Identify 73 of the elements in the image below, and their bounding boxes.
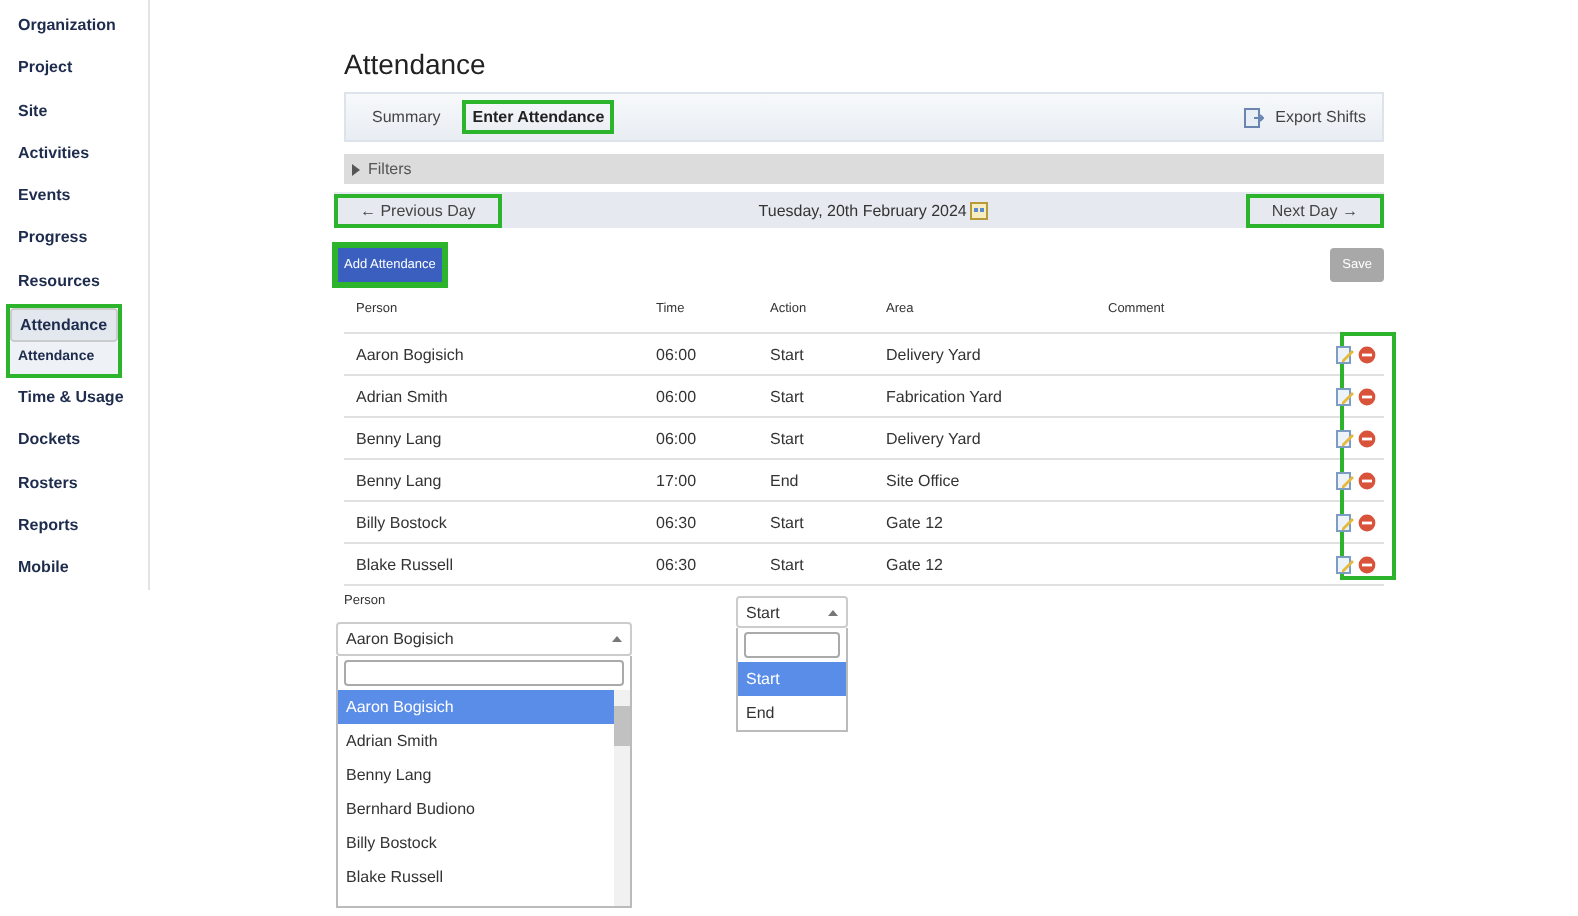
- next-day-button[interactable]: Next Day →: [1245, 193, 1384, 227]
- edit-icon[interactable]: [1336, 514, 1354, 532]
- table-cell-text: Blake Russell: [356, 555, 455, 573]
- caret-icon: [612, 636, 622, 642]
- table-cell-text: Delivery Yard: [886, 429, 983, 447]
- table-cell-text: Adrian Smith: [356, 387, 450, 405]
- search-field[interactable]: [344, 660, 624, 686]
- delete-icon[interactable]: [1358, 514, 1376, 532]
- table-cell-text: Fabrication Yard: [886, 387, 1004, 405]
- export-icon: [1243, 107, 1264, 127]
- table-cell-text: 06:30: [656, 513, 699, 531]
- edit-icon[interactable]: [1336, 556, 1354, 574]
- dropdown-option[interactable]: Billy Bostock: [338, 826, 614, 860]
- dropdown-option[interactable]: Adrian Smith: [338, 724, 614, 758]
- delete-icon[interactable]: [1358, 556, 1376, 574]
- table-cell-text: Billy Bostock: [356, 513, 449, 531]
- action-select[interactable]: Start: [736, 596, 848, 628]
- delete-icon[interactable]: [1358, 388, 1376, 406]
- table-cell-text: 06:00: [656, 429, 699, 447]
- sidebar-item[interactable]: Site: [10, 95, 106, 130]
- person-select[interactable]: Aaron Bogisich: [336, 622, 632, 656]
- table-cell-text: Delivery Yard: [886, 345, 983, 363]
- scrollbar[interactable]: [614, 690, 630, 906]
- dropdown-option[interactable]: Benny Lang: [338, 758, 614, 792]
- dropdown-option[interactable]: End: [738, 696, 846, 730]
- table-cell-text: Start: [770, 555, 806, 573]
- delete-icon[interactable]: [1358, 472, 1376, 490]
- table-cell-text: Start: [770, 513, 806, 531]
- dropdown-option[interactable]: Bernhard Budiono: [338, 792, 614, 826]
- table-cell-text: 06:30: [656, 555, 699, 573]
- search-field[interactable]: [744, 632, 840, 658]
- sidebar-item[interactable]: Time & Usage: [10, 382, 132, 417]
- sidebar-item[interactable]: Project: [10, 52, 106, 88]
- sidebar-item[interactable]: Dockets: [10, 424, 106, 460]
- table-cell-text: Site Office: [886, 471, 962, 489]
- caret-icon: [828, 609, 838, 615]
- date-label: Tuesday, 20th February 2024: [758, 201, 967, 219]
- edit-icon[interactable]: [1336, 388, 1354, 406]
- table-cell-text: Benny Lang: [356, 471, 444, 489]
- table-cell-text: Gate 12: [886, 555, 945, 573]
- sidebar-item[interactable]: Progress: [10, 222, 106, 258]
- export-shifts-button[interactable]: Export Shifts: [1275, 108, 1366, 126]
- dropdown-option[interactable]: Blake Russell: [338, 860, 614, 894]
- delete-icon[interactable]: [1358, 346, 1376, 364]
- sidebar-item[interactable]: Resources: [10, 265, 108, 301]
- table-cell-text: 06:00: [656, 345, 699, 363]
- table-cell-text: 17:00: [656, 471, 699, 489]
- sidebar-item[interactable]: Events: [10, 180, 106, 215]
- table-cell-text: Gate 12: [886, 513, 945, 531]
- filters-label: Filters: [368, 160, 412, 178]
- table-cell-text: Start: [770, 429, 806, 447]
- sidebar-item[interactable]: Reports: [10, 509, 106, 545]
- tab[interactable]: Summary: [362, 100, 451, 134]
- delete-icon[interactable]: [1358, 430, 1376, 448]
- page-title: Attendance: [344, 48, 488, 80]
- table-cell-text: Start: [770, 345, 806, 363]
- tab[interactable]: Enter Attendance: [462, 100, 615, 134]
- edit-icon[interactable]: [1336, 472, 1354, 490]
- sidebar-item[interactable]: Organization: [10, 10, 124, 45]
- edit-icon[interactable]: [1336, 430, 1354, 448]
- sidebar-item[interactable]: Attendance: [10, 308, 118, 343]
- table-cell-text: Start: [770, 387, 806, 405]
- sidebar-item[interactable]: Mobile: [10, 552, 106, 588]
- calendar-icon[interactable]: [970, 201, 989, 219]
- table-cell-text: Benny Lang: [356, 429, 444, 447]
- filters-bar[interactable]: Filters: [344, 154, 1384, 184]
- table-cell-text: Aaron Bogisich: [356, 345, 466, 363]
- sidebar-item[interactable]: Activities: [10, 137, 106, 173]
- table-cell-text: End: [770, 471, 801, 489]
- sidebar-item[interactable]: Rosters: [10, 467, 106, 502]
- previous-day-button[interactable]: ← Previous Day: [334, 193, 502, 227]
- table-cell-text: 06:00: [656, 387, 699, 405]
- edit-icon[interactable]: [1336, 346, 1354, 364]
